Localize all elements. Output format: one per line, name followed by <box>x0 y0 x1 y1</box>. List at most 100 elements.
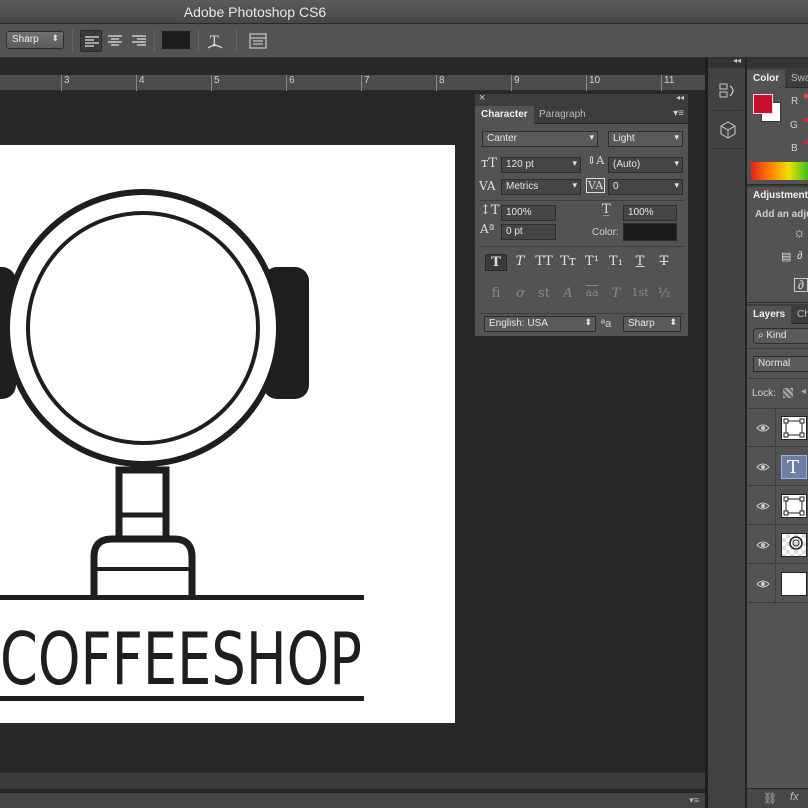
logo-text: COFFEESHOP <box>0 617 362 701</box>
text-color-swatch[interactable] <box>623 223 677 241</box>
tab-color[interactable]: Color <box>747 70 786 88</box>
subscript-button[interactable]: T₁ <box>605 254 627 269</box>
titling-alternates-button[interactable]: T <box>605 286 627 301</box>
layer-filter-dropdown[interactable]: ⌕ Kind <box>753 328 808 344</box>
layer-row[interactable] <box>747 409 808 447</box>
eye-icon <box>756 580 770 588</box>
align-right-icon <box>132 35 146 46</box>
window-title: Adobe Photoshop CS6 <box>183 4 327 20</box>
horizontal-scrollbar[interactable] <box>0 773 705 789</box>
tab-channels[interactable]: Ch <box>791 306 808 324</box>
title-bar: Adobe Photoshop CS6 <box>0 0 808 24</box>
layer-row-selected[interactable]: T <box>747 448 808 486</box>
tab-swatches[interactable]: Swa <box>785 70 808 88</box>
underline-button[interactable]: T <box>629 254 651 269</box>
layer-row[interactable] <box>747 526 808 564</box>
layer-row[interactable] <box>747 487 808 525</box>
kerning-field[interactable]: Metrics ▾ <box>501 179 581 195</box>
text-color-swatch[interactable] <box>162 31 190 49</box>
dock-grip[interactable]: ◂◂ <box>708 56 745 68</box>
ruler-tick: 8 <box>436 75 445 91</box>
layer-filter-value: Kind <box>766 330 787 341</box>
font-style-dropdown[interactable]: Light ▾ <box>608 131 683 147</box>
horizontal-scale-icon: T̲ <box>602 202 611 217</box>
eye-icon <box>756 541 770 549</box>
horizontal-scale-field[interactable]: 100% <box>623 205 677 221</box>
align-right-button[interactable] <box>128 30 150 52</box>
background-layer-thumbnail <box>781 572 807 596</box>
lock-brush-icon[interactable]: ◂ <box>801 386 806 397</box>
eye-icon <box>756 463 770 471</box>
ruler-tick: 9 <box>511 75 520 91</box>
small-caps-button[interactable]: Tт <box>557 254 579 269</box>
color-label: Color: <box>592 227 619 238</box>
superscript-button[interactable]: T¹ <box>581 254 603 269</box>
ligatures-button[interactable]: ﬁ <box>485 286 507 301</box>
baseline-shift-value: 0 pt <box>506 226 523 237</box>
inner-ring <box>26 211 260 445</box>
chevron-down-icon: ▾ <box>572 180 577 190</box>
brightness-icon[interactable]: ☼ <box>793 224 806 240</box>
panel-menu-icon[interactable]: ▾≡ <box>673 108 684 119</box>
all-caps-button[interactable]: TT <box>533 254 555 269</box>
layer-row[interactable] <box>747 565 808 603</box>
opentype-buttons-row: ﬁ ơ st A aa T 1st ½ <box>485 286 680 308</box>
align-center-button[interactable] <box>104 30 126 52</box>
leading-field[interactable]: (Auto) ▾ <box>608 157 683 173</box>
red-channel-label: R <box>791 96 799 107</box>
fx-icon[interactable]: fx <box>790 791 799 803</box>
tab-character[interactable]: Character <box>475 106 534 124</box>
baseline-shift-field[interactable]: 0 pt <box>501 224 556 240</box>
vertical-scale-field[interactable]: 100% <box>501 205 556 221</box>
layer-thumbnail <box>781 416 807 440</box>
swash-button[interactable]: A <box>557 286 579 301</box>
document-canvas[interactable]: COFFEESHOP <box>0 145 455 723</box>
blue-channel-label: B <box>791 143 798 154</box>
align-left-button[interactable] <box>80 30 102 52</box>
history-icon[interactable] <box>718 82 738 104</box>
right-panels: Color Swa R G B Adjustment Add an adju ☼… <box>747 58 808 808</box>
font-family-value: Canter <box>487 133 518 144</box>
tab-paragraph[interactable]: Paragraph <box>533 106 592 124</box>
image-layer-thumbnail <box>781 533 807 557</box>
curves-icon[interactable]: ∂ <box>797 250 802 262</box>
panel-menu-icon[interactable]: ▾≡ <box>689 795 699 806</box>
color-spectrum-bar[interactable] <box>751 162 808 180</box>
antialias-dropdown[interactable]: Sharp ⬍ <box>6 31 64 49</box>
font-size-field[interactable]: 120 pt ▾ <box>501 157 581 173</box>
kerning-icon: VA <box>479 179 496 193</box>
leading-value: (Auto) <box>613 159 641 170</box>
close-icon[interactable]: × <box>479 92 485 104</box>
tracking-field[interactable]: 0 ▾ <box>608 179 683 195</box>
lock-transparency-icon[interactable] <box>783 388 793 398</box>
eye-icon <box>756 502 770 510</box>
link-layers-icon[interactable]: ⛓ <box>763 792 777 805</box>
font-size-icon: ᴛT <box>481 156 497 171</box>
tab-layers[interactable]: Layers <box>747 306 792 324</box>
character-panel-toggle-button[interactable] <box>246 30 268 52</box>
discretionary-ligatures-button[interactable]: ơ <box>509 286 531 301</box>
faux-bold-button[interactable]: T <box>485 254 507 271</box>
foreground-color-swatch[interactable] <box>753 94 773 114</box>
ruler-tick: 11 <box>661 75 674 91</box>
warp-text-button[interactable]: T <box>204 30 226 52</box>
3d-icon[interactable] <box>718 120 738 142</box>
stylistic-alternates-button[interactable]: aa <box>581 286 603 299</box>
antialias-dropdown[interactable]: Sharp ⬍ <box>623 316 681 332</box>
chevron-down-icon: ▾ <box>589 132 594 142</box>
ordinals-button[interactable]: 1st <box>629 286 651 299</box>
panel-dock: ◂◂ <box>708 56 746 808</box>
faux-italic-button[interactable]: T <box>509 254 531 269</box>
old-style-button[interactable]: st <box>533 286 555 301</box>
tab-adjustments[interactable]: Adjustment <box>747 187 808 205</box>
collapse-icon[interactable]: ◂◂ <box>676 93 684 102</box>
language-dropdown[interactable]: English: USA ⬍ <box>484 316 596 332</box>
character-panel: × ◂◂ Character Paragraph ▾≡ Canter ▾ Lig… <box>474 92 689 337</box>
blend-mode-dropdown[interactable]: Normal <box>753 356 808 372</box>
chevron-down-icon: ▾ <box>674 158 679 168</box>
font-family-dropdown[interactable]: Canter ▾ <box>482 131 598 147</box>
fractions-button[interactable]: ½ <box>653 286 675 301</box>
photo-filter-icon[interactable]: ∂ <box>794 278 808 292</box>
strikethrough-button[interactable]: T <box>653 254 675 269</box>
levels-icon[interactable]: ▤ <box>781 250 791 263</box>
